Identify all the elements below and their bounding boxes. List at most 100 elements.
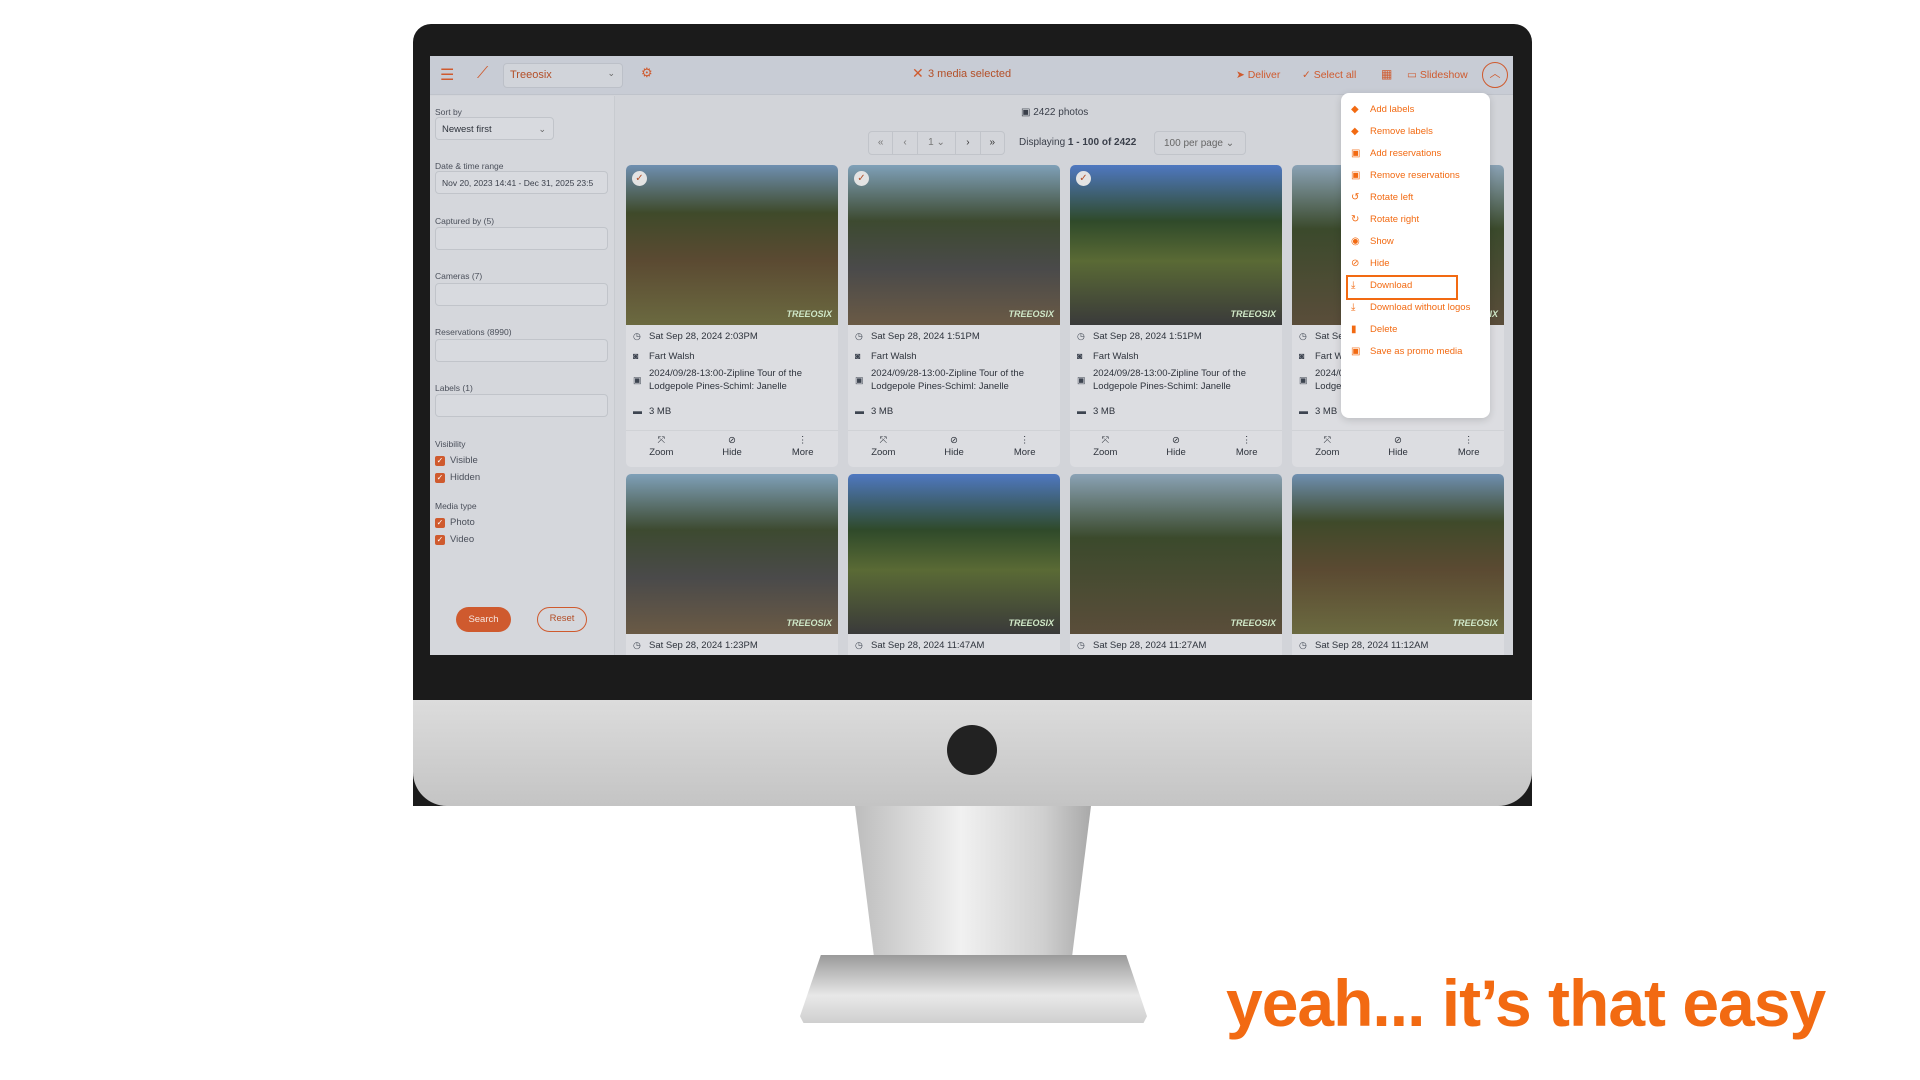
media-card[interactable]: TREEOSIX ◷ Sat Sep 28, 2024 11:12AM [1292, 474, 1504, 655]
media-card[interactable]: TREEOSIX ◷ Sat Sep 28, 2024 11:47AM [848, 474, 1060, 655]
select-all-button[interactable]: ✓ Select all [1302, 69, 1356, 81]
page-select[interactable]: 1 ⌄ [918, 132, 957, 154]
capture-date: ◷ Sat Sep 28, 2024 1:51PM [855, 331, 980, 342]
more-vertical-icon: ⋮ [1019, 435, 1030, 446]
first-page-button[interactable]: « [869, 132, 894, 154]
menu-item-save-as-promo-media[interactable]: ▣ Save as promo media [1351, 346, 1462, 357]
menu-item-remove-reservations[interactable]: ▣ Remove reservations [1351, 170, 1460, 181]
menu-item-label: Rotate left [1370, 192, 1414, 203]
menu-item-rotate-left[interactable]: ↺ Rotate left [1351, 192, 1413, 203]
collapse-actions-button[interactable]: ︿ [1482, 62, 1508, 88]
select-checkbox[interactable]: ✓ [1076, 171, 1091, 186]
zoom-label: Zoom [1093, 447, 1118, 458]
media-card[interactable]: TREEOSIX ✓ ◷ Sat Sep 28, 2024 1:51PM ◙ Fart W… [848, 165, 1060, 467]
photo-thumbnail[interactable]: TREEOSIX [1070, 165, 1282, 325]
video-checkbox[interactable]: ✓ [435, 535, 445, 545]
zoom-button[interactable]: ⤧ Zoom [626, 431, 697, 467]
gears-icon[interactable]: ⚙ [641, 65, 653, 81]
calendar-clock-icon: ▣ [855, 375, 864, 385]
send-icon: ➤ [1236, 69, 1248, 81]
menu-item-add-labels[interactable]: ◆ Add labels [1351, 104, 1414, 115]
clear-selection-icon[interactable]: ✕ [912, 65, 924, 82]
site-select[interactable]: Treeosix ⌄ [503, 63, 623, 88]
eye-slash-icon: ⊘ [1351, 258, 1360, 269]
grid-view-icon[interactable]: ▦ [1381, 67, 1392, 81]
photo-thumbnail[interactable]: TREEOSIX [1070, 474, 1282, 634]
menu-item-delete[interactable]: ▮ Delete [1351, 324, 1397, 335]
reservation-text: 2024/09/28-13:00-Zipline Tour of theLodg… [649, 368, 802, 393]
menu-item-add-reservations[interactable]: ▣ Add reservations [1351, 148, 1441, 159]
hidden-checkbox[interactable]: ✓ [435, 473, 445, 483]
media-card[interactable]: TREEOSIX ◷ Sat Sep 28, 2024 1:23PM [626, 474, 838, 655]
download-icon: ⤓ [1351, 280, 1356, 291]
hamburger-menu-icon[interactable]: ☰ [440, 65, 454, 85]
zoom-button[interactable]: ⤧ Zoom [848, 431, 919, 467]
storage-icon: ▬ [633, 406, 642, 416]
captured-by-label: Captured by (5) [435, 216, 495, 226]
photographer: ◙ Fart Walsh [1077, 351, 1139, 362]
hide-button[interactable]: ⊘ Hide [919, 431, 990, 467]
date-range-input[interactable]: Nov 20, 2023 14:41 - Dec 31, 2025 23:5 [435, 171, 608, 194]
top-bar: ☰ ⟋ Treeosix ⌄ ⚙ ✕ 3 media selected ➤ Del… [430, 56, 1513, 95]
zoom-button[interactable]: ⤧ Zoom [1292, 431, 1363, 467]
photo-thumbnail[interactable]: TREEOSIX [848, 474, 1060, 634]
media-card[interactable]: TREEOSIX ◷ Sat Sep 28, 2024 11:27AM [1070, 474, 1282, 655]
photo-checkbox[interactable]: ✓ [435, 518, 445, 528]
reservations-input[interactable] [435, 339, 608, 362]
menu-item-download[interactable]: ⤓ Download [1351, 280, 1412, 291]
photo-thumbnail[interactable]: TREEOSIX [1292, 474, 1504, 634]
more-button[interactable]: ⋮ More [767, 431, 838, 467]
eye-icon: ◉ [1351, 236, 1360, 247]
zoom-label: Zoom [649, 447, 674, 458]
magic-wand-icon[interactable]: ⟋ [477, 65, 488, 83]
expand-icon: ⤧ [1323, 435, 1332, 446]
download-icon: ⤓ [1351, 302, 1356, 313]
menu-item-remove-labels[interactable]: ◆ Remove labels [1351, 126, 1433, 137]
select-all-label: Select all [1313, 69, 1357, 81]
more-button[interactable]: ⋮ More [1433, 431, 1504, 467]
more-label: More [1457, 447, 1480, 458]
select-checkbox[interactable]: ✓ [632, 171, 647, 186]
clock-icon: ◷ [633, 640, 641, 650]
chevron-down-icon: ⌄ [538, 124, 546, 134]
select-checkbox[interactable]: ✓ [854, 171, 869, 186]
photo-thumbnail[interactable]: TREEOSIX [848, 165, 1060, 325]
watermark-logo: TREEOSIX [1230, 618, 1276, 628]
photo-thumbnail[interactable]: TREEOSIX [626, 165, 838, 325]
sort-select[interactable]: Newest first ⌄ [435, 117, 554, 140]
search-button[interactable]: Search [456, 607, 511, 632]
menu-item-hide[interactable]: ⊘ Hide [1351, 258, 1390, 269]
calendar-clock-icon: ▣ [1351, 170, 1361, 181]
date-text: Sat Sep 28, 2024 11:47AM [871, 640, 985, 651]
slideshow-button[interactable]: ▭ Slideshow [1407, 69, 1468, 81]
menu-item-show[interactable]: ◉ Show [1351, 236, 1394, 247]
photo-thumbnail[interactable]: TREEOSIX [626, 474, 838, 634]
labels-input[interactable] [435, 394, 608, 417]
cameras-input[interactable] [435, 283, 608, 306]
last-page-button[interactable]: » [981, 132, 1004, 154]
more-vertical-icon: ⋮ [797, 435, 808, 446]
per-page-select[interactable]: 100 per page ⌄ [1154, 131, 1246, 155]
captured-by-input[interactable] [435, 227, 608, 250]
date-text: Sat Sep 28, 2024 1:51PM [1093, 331, 1202, 342]
menu-item-label: Remove reservations [1370, 170, 1460, 181]
next-page-button[interactable]: › [956, 132, 981, 154]
menu-item-download-without-logos[interactable]: ⤓ Download without logos [1351, 302, 1470, 313]
visible-checkbox[interactable]: ✓ [435, 456, 445, 466]
more-button[interactable]: ⋮ More [1211, 431, 1282, 467]
prev-page-button[interactable]: ‹ [893, 132, 918, 154]
zoom-button[interactable]: ⤧ Zoom [1070, 431, 1141, 467]
menu-item-rotate-right[interactable]: ↻ Rotate right [1351, 214, 1419, 225]
reset-button[interactable]: Reset [537, 607, 587, 632]
photographer-text: Fart Walsh [649, 351, 695, 362]
more-button[interactable]: ⋮ More [989, 431, 1060, 467]
menu-item-label: Remove labels [1370, 126, 1433, 137]
media-card[interactable]: TREEOSIX ✓ ◷ Sat Sep 28, 2024 2:03PM ◙ Fart W… [626, 165, 838, 467]
hide-button[interactable]: ⊘ Hide [1141, 431, 1212, 467]
media-card[interactable]: TREEOSIX ✓ ◷ Sat Sep 28, 2024 1:51PM ◙ Fart W… [1070, 165, 1282, 467]
reservation: ▣ 2024/09/28-13:00-Zipline Tour of theLod… [1077, 368, 1246, 393]
hide-button[interactable]: ⊘ Hide [1363, 431, 1434, 467]
displaying-range-value: 1 - 100 of 2422 [1067, 137, 1137, 148]
hide-button[interactable]: ⊘ Hide [697, 431, 768, 467]
deliver-button[interactable]: ➤ Deliver [1236, 69, 1280, 81]
